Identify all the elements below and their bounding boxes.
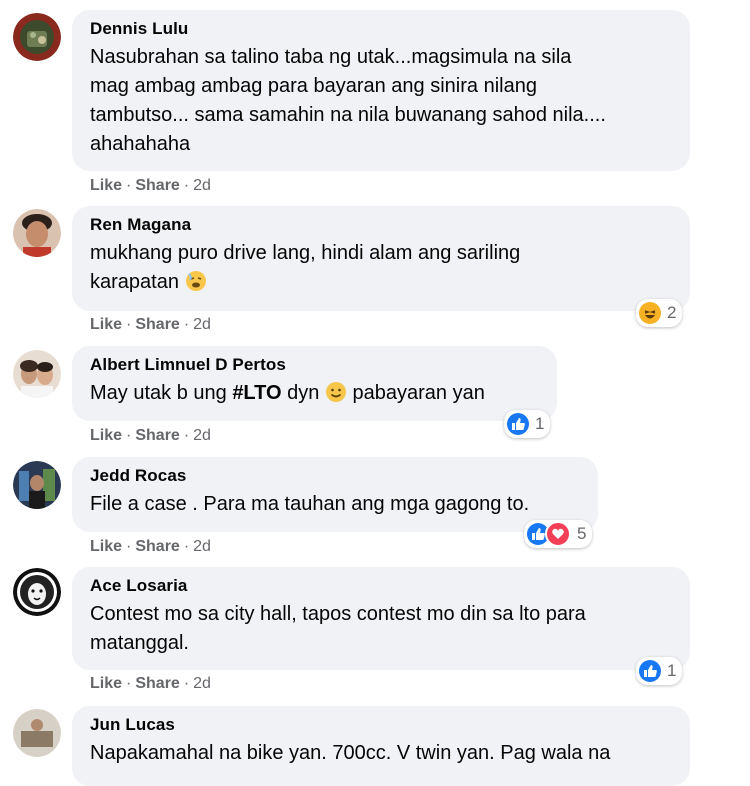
separator: ·	[126, 538, 132, 555]
share-link[interactable]: Share	[135, 538, 179, 555]
profile-photo-icon	[13, 209, 61, 257]
profile-photo-icon	[13, 709, 61, 757]
timestamp[interactable]: 2d	[193, 177, 211, 194]
like-link[interactable]: Like	[90, 316, 122, 333]
profile-photo-icon	[13, 350, 61, 398]
comment-text-part: May utak b ung	[90, 382, 233, 404]
comment-text-part: mukhang puro drive lang, hindi alam ang …	[90, 242, 521, 293]
like-link[interactable]: Like	[90, 177, 122, 194]
share-link[interactable]: Share	[135, 177, 179, 194]
avatar[interactable]	[13, 350, 61, 398]
comment-actions: Like · Share · 2d	[90, 426, 211, 446]
comment-bubble: Dennis Lulu Nasubrahan sa talino taba ng…	[72, 10, 690, 171]
share-link[interactable]: Share	[135, 675, 179, 692]
reaction-count: 5	[577, 524, 587, 543]
reaction-summary[interactable]: 5	[524, 520, 593, 548]
like-link[interactable]: Like	[90, 427, 122, 444]
separator: ·	[183, 316, 190, 333]
lion-logo-icon	[13, 568, 61, 616]
comment-bubble: Jun Lucas Napakamahal na bike yan. 700cc…	[72, 706, 690, 786]
avatar[interactable]	[13, 209, 61, 257]
avatar[interactable]	[13, 13, 61, 61]
comment-text: Contest mo sa city hall, tapos contest m…	[90, 603, 586, 654]
like-link[interactable]: Like	[90, 538, 122, 555]
comment-actions: Like · Share · 2d	[90, 537, 211, 557]
love-reaction-icon	[545, 521, 571, 547]
reaction-count: 1	[667, 661, 677, 680]
separator: ·	[183, 177, 190, 194]
comment-actions: Like · Share · 2d	[90, 674, 211, 694]
haha-reaction-icon	[639, 302, 661, 324]
separator: ·	[126, 177, 132, 194]
comment-text: File a case . Para ma tauhan ang mga gag…	[90, 493, 530, 515]
comment-bubble: Ren Magana mukhang puro drive lang, hind…	[72, 206, 690, 311]
avatar[interactable]	[13, 568, 61, 616]
comment-author[interactable]: Jun Lucas	[90, 714, 670, 736]
timestamp[interactable]: 2d	[193, 675, 211, 692]
like-reaction-icon	[507, 413, 529, 435]
like-link[interactable]: Like	[90, 675, 122, 692]
weary-face-emoji-icon	[185, 270, 207, 301]
separator: ·	[126, 427, 132, 444]
comment-author[interactable]: Jedd Rocas	[90, 465, 578, 487]
reaction-count: 2	[667, 303, 677, 322]
comment-text-part: dyn	[281, 382, 325, 404]
comment-author[interactable]: Ace Losaria	[90, 575, 670, 597]
comment-text-part: pabayaran yan	[346, 382, 485, 404]
comment-bubble: Albert Limnuel D Pertos May utak b ung #…	[72, 346, 557, 421]
comment-text: Napakamahal na bike yan. 700cc. V twin y…	[90, 742, 611, 764]
separator: ·	[126, 316, 132, 333]
share-link[interactable]: Share	[135, 316, 179, 333]
share-link[interactable]: Share	[135, 427, 179, 444]
profile-photo-icon	[13, 461, 61, 509]
comment-text: mukhang puro drive lang, hindi alam ang …	[90, 239, 670, 301]
reaction-summary[interactable]: 1	[504, 410, 551, 438]
separator: ·	[126, 675, 132, 692]
avatar[interactable]	[13, 461, 61, 509]
reaction-count: 1	[535, 414, 545, 433]
profile-photo-icon	[13, 13, 61, 61]
timestamp[interactable]: 2d	[193, 538, 211, 555]
comment-bubble: Jedd Rocas File a case . Para ma tauhan …	[72, 457, 598, 532]
like-reaction-icon	[639, 660, 661, 682]
reaction-summary[interactable]: 1	[636, 657, 683, 685]
comment-author[interactable]: Albert Limnuel D Pertos	[90, 354, 537, 376]
comment-author[interactable]: Ren Magana	[90, 214, 670, 236]
avatar[interactable]	[13, 709, 61, 757]
comment-text: Nasubrahan sa talino taba ng utak...mags…	[90, 46, 606, 155]
separator: ·	[183, 675, 190, 692]
separator: ·	[183, 538, 190, 555]
comment-actions: Like · Share · 2d	[90, 176, 211, 196]
comment-bubble: Ace Losaria Contest mo sa city hall, tap…	[72, 567, 690, 670]
separator: ·	[183, 427, 190, 444]
hashtag-link[interactable]: #LTO	[232, 382, 281, 404]
reaction-summary[interactable]: 2	[636, 299, 683, 327]
timestamp[interactable]: 2d	[193, 316, 211, 333]
timestamp[interactable]: 2d	[193, 427, 211, 444]
slightly-smiling-face-emoji-icon	[325, 381, 347, 412]
comment-author[interactable]: Dennis Lulu	[90, 18, 670, 40]
comment-text: May utak b ung #LTO dyn pabayaran yan	[90, 379, 537, 412]
comment-actions: Like · Share · 2d	[90, 315, 211, 335]
